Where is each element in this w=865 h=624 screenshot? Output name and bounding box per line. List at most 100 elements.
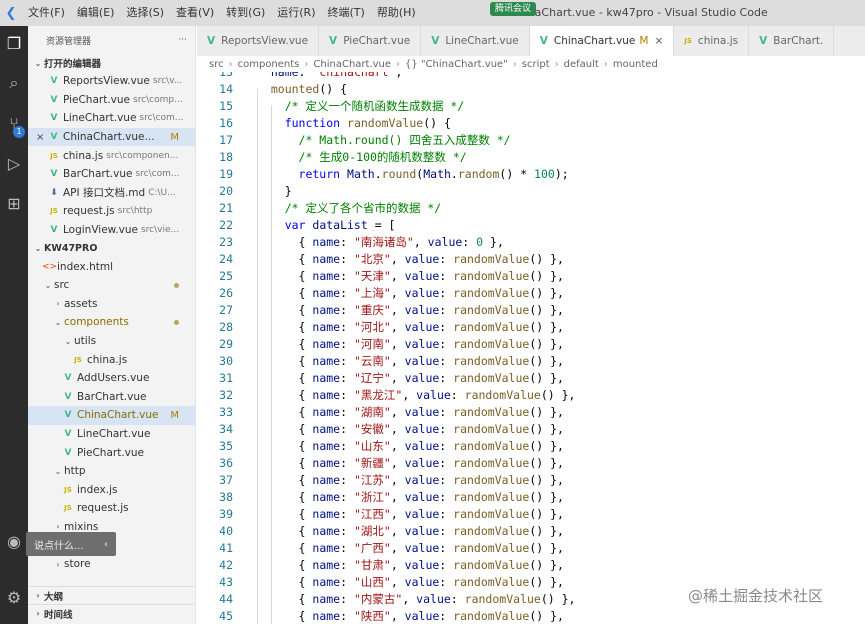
code-line[interactable]: { name: "天津", value: randomValue() },	[257, 268, 575, 285]
tree-item[interactable]: V LineChart.vue	[28, 425, 195, 444]
settings-gear-icon[interactable]: ⚙	[3, 586, 25, 608]
chat-input[interactable]: 说点什么...	[34, 537, 84, 552]
tree-item[interactable]: JS china.js	[28, 350, 195, 369]
tree-item[interactable]: › assets	[28, 295, 195, 314]
tree-item[interactable]: V AddUsers.vue	[28, 369, 195, 388]
code-line[interactable]: { name: "广西", value: randomValue() },	[257, 540, 575, 557]
breadcrumb-item[interactable]: default	[564, 59, 599, 70]
code-line[interactable]: { name: "重庆", value: randomValue() },	[257, 302, 575, 319]
close-icon[interactable]: ×	[654, 35, 663, 47]
tab-linechart-vue[interactable]: V LineChart.vue	[421, 26, 530, 56]
open-editors-section[interactable]: ⌄ 打开的编辑器	[28, 54, 195, 72]
code-line[interactable]: { name: "河南", value: randomValue() },	[257, 336, 575, 353]
menu-item[interactable]: 编辑(E)	[71, 0, 121, 26]
breadcrumb-item[interactable]: components	[238, 59, 300, 70]
timeline-section[interactable]: › 时间线	[28, 604, 195, 622]
code-line[interactable]: { name: "新疆", value: randomValue() },	[257, 455, 575, 472]
menu-item[interactable]: 文件(F)	[22, 0, 71, 26]
open-editor-item[interactable]: V LoginView.vue src\vie...	[28, 221, 195, 240]
tab-reportsview-vue[interactable]: V ReportsView.vue	[197, 26, 320, 56]
code-line[interactable]: { name: "河北", value: randomValue() },	[257, 319, 575, 336]
tab-barchart-[interactable]: V BarChart.	[749, 26, 835, 56]
menu-item[interactable]: 选择(S)	[120, 0, 170, 26]
open-editor-item[interactable]: ⬇ API 接口文档.md C:\U...	[28, 184, 195, 203]
code-line[interactable]: /* 定义一个随机函数生成数据 */	[257, 98, 575, 115]
open-editor-item[interactable]: V LineChart.vue src\com...	[28, 109, 195, 128]
code-line[interactable]: { name: "云南", value: randomValue() },	[257, 353, 575, 370]
code-line[interactable]: { name: "安徽", value: randomValue() },	[257, 421, 575, 438]
close-icon[interactable]: ×	[36, 132, 48, 143]
breadcrumb-item[interactable]: {} "ChinaChart.vue"	[405, 59, 508, 70]
tab-china-js[interactable]: JS china.js	[674, 26, 750, 56]
open-editor-item[interactable]: V ReportsView.vue src\v...	[28, 72, 195, 91]
tree-item[interactable]: V ChinaChart.vue M	[28, 406, 195, 425]
tree-item[interactable]: JS index.js	[28, 480, 195, 499]
window-title: ChinaChart.vue - kw47pro - Visual Studio…	[510, 6, 768, 19]
search-icon[interactable]: ⌕	[3, 72, 25, 94]
code-line[interactable]: { name: "江苏", value: randomValue() },	[257, 472, 575, 489]
code-line[interactable]: { name: "黑龙江", value: randomValue() },	[257, 387, 576, 404]
code-line[interactable]: { name: "辽宁", value: randomValue() },	[257, 370, 575, 387]
tree-item[interactable]: V PieChart.vue	[28, 443, 195, 462]
tab-chinachart-vue[interactable]: V ChinaChart.vue M ×	[529, 26, 675, 56]
menu-item[interactable]: 查看(V)	[170, 0, 220, 26]
code-line[interactable]: { name: "湖北", value: randomValue() },	[257, 523, 575, 540]
outline-section[interactable]: › 大纲	[28, 586, 195, 604]
code-editor[interactable]: 13 14 15 16 17 18 19 20 21 22 23 24 25 26 27 28 29 30 31 32…	[197, 72, 865, 624]
menu-item[interactable]: 运行(R)	[271, 0, 321, 26]
breadcrumb-item[interactable]: src	[209, 59, 224, 70]
project-section[interactable]: ⌄ KW47PRO	[28, 239, 195, 257]
tab-piechart-vue[interactable]: V PieChart.vue	[319, 26, 422, 56]
code-line[interactable]: /* 定义了各个省市的数据 */	[257, 200, 575, 217]
code-line[interactable]: { name: "内蒙古", value: randomValue() },	[257, 591, 576, 608]
code-line[interactable]: { name: "陕西", value: randomValue() },	[257, 608, 575, 624]
line-number: 29	[219, 337, 233, 351]
tree-item[interactable]: ⌄ utils	[28, 332, 195, 351]
breadcrumb-item[interactable]: mounted	[613, 59, 658, 70]
open-editor-item[interactable]: × V ChinaChart.vue... M	[28, 127, 195, 147]
code-line[interactable]: /* 生成0-100的随机数整数 */	[257, 149, 575, 166]
code-line[interactable]: }	[257, 183, 575, 200]
more-actions-icon[interactable]: ···	[178, 35, 187, 45]
tree-item[interactable]: V BarChart.vue	[28, 388, 195, 407]
open-editor-item[interactable]: V PieChart.vue src\comp...	[28, 91, 195, 110]
run-debug-icon[interactable]: ▷	[3, 152, 25, 174]
tree-item[interactable]: <> index.html	[28, 257, 195, 276]
breadcrumb-item[interactable]: ChinaChart.vue	[313, 59, 391, 70]
explorer-icon[interactable]: ❐	[3, 32, 25, 54]
account-icon[interactable]: ◉	[3, 530, 25, 552]
meeting-badge[interactable]: 腾讯会议	[490, 2, 537, 16]
code-line[interactable]: { name: "江西", value: randomValue() },	[257, 506, 575, 523]
code-line[interactable]: { name: "南海诸岛", value: 0 },	[257, 234, 575, 251]
tree-item[interactable]: › store	[28, 555, 195, 574]
code-line[interactable]: name: 'chinachart',	[257, 72, 575, 81]
extensions-icon[interactable]: ⊞	[3, 192, 25, 214]
tree-item[interactable]: ⌄ components	[28, 313, 195, 332]
code-line[interactable]: return Math.round(Math.random() * 100);	[257, 166, 575, 183]
tree-item[interactable]: ⌄ http	[28, 462, 195, 481]
code-line[interactable]: { name: "湖南", value: randomValue() },	[257, 404, 575, 421]
open-editor-item[interactable]: V BarChart.vue src\com...	[28, 165, 195, 184]
code-line[interactable]: { name: "山东", value: randomValue() },	[257, 438, 575, 455]
code-line[interactable]: { name: "浙江", value: randomValue() },	[257, 489, 575, 506]
chevron-left-icon[interactable]: ‹	[104, 539, 108, 550]
menu-item[interactable]: 帮助(H)	[371, 0, 422, 26]
code-line[interactable]: { name: "山西", value: randomValue() },	[257, 574, 575, 591]
code-line[interactable]: { name: "北京", value: randomValue() },	[257, 251, 575, 268]
code-line[interactable]: { name: "上海", value: randomValue() },	[257, 285, 575, 302]
code-line[interactable]: { name: "甘肃", value: randomValue() },	[257, 557, 575, 574]
code-line[interactable]: mounted() {	[257, 81, 575, 98]
vue-file-icon: V	[50, 169, 58, 180]
menu-item[interactable]: 转到(G)	[220, 0, 271, 26]
menu-item[interactable]: 终端(T)	[322, 0, 371, 26]
open-editor-item[interactable]: JS china.js src\componen...	[28, 146, 195, 165]
code-content[interactable]: name: 'chinachart', mounted() { /* 定义一个随…	[257, 72, 576, 624]
code-line[interactable]: /* Math.round() 四舍五入成整数 */	[257, 132, 575, 149]
code-line[interactable]: var dataList = [	[257, 217, 575, 234]
tree-item[interactable]: JS request.js	[28, 499, 195, 518]
open-editor-item[interactable]: JS request.js src\http	[28, 202, 195, 221]
chat-popup[interactable]: 说点什么... ‹	[26, 532, 116, 556]
tree-item[interactable]: ⌄ src	[28, 276, 195, 295]
breadcrumb-item[interactable]: script	[522, 59, 550, 70]
code-line[interactable]: function randomValue() {	[257, 115, 575, 132]
